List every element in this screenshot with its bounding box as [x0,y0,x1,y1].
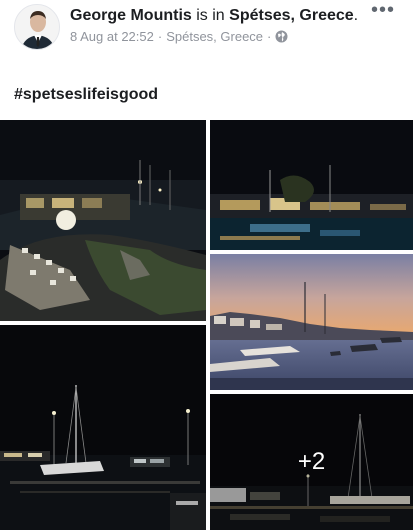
meta-separator: · [157,29,163,44]
avatar[interactable] [14,4,60,50]
globe-icon[interactable] [275,30,288,43]
photo-sailboat-night[interactable] [0,325,206,530]
post-title: George Mountis is in Spétses, Greece. [70,5,370,26]
photo-sunset-harbour[interactable] [210,254,413,390]
profile-photo [15,5,59,49]
post-meta: 8 Aug at 22:52 · Spétses, Greece · [70,29,370,44]
post-header-text: George Mountis is in Spétses, Greece. 8 … [70,5,370,44]
photo-harbour-restaurant[interactable] [0,120,206,321]
photo-more-harbour[interactable]: +2 [210,394,413,530]
more-photos-overlay[interactable]: +2 [210,394,413,530]
post-hashtag[interactable]: #spetseslifeisgood [14,86,158,104]
post-header: George Mountis is in Spétses, Greece. 8 … [0,0,413,74]
post-location[interactable]: Spétses, Greece [166,29,263,44]
place-link[interactable]: Spétses, Greece [229,7,354,24]
meta-separator: · [267,29,272,44]
is-in-text: is in [196,7,225,24]
more-options-icon[interactable]: ••• [371,0,395,20]
author-name[interactable]: George Mountis [70,7,192,24]
post-timestamp[interactable]: 8 Aug at 22:52 [70,29,154,44]
photo-grid: +2 [0,118,413,530]
title-period: . [353,7,359,24]
photo-waterfront-night[interactable] [210,120,413,250]
